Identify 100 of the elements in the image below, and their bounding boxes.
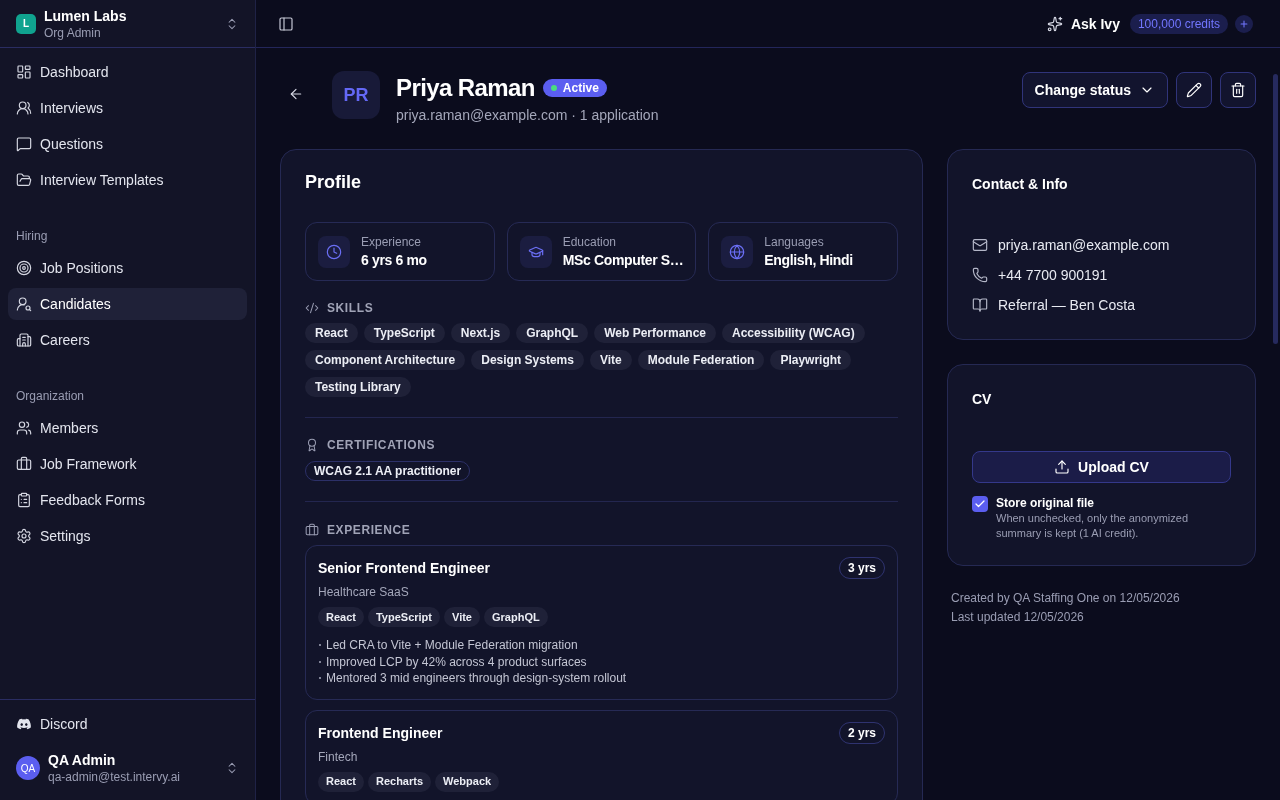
skill-tag: React bbox=[305, 323, 358, 343]
credits-badge: 100,000 credits bbox=[1129, 13, 1228, 34]
skill-tag: Vite bbox=[444, 607, 480, 627]
store-file-hint: When unchecked, only the anonymized summary is kept (1 AI credit). bbox=[996, 511, 1189, 541]
upload-icon bbox=[1054, 459, 1071, 475]
status-label: Active bbox=[562, 80, 599, 96]
contact-text: Referral — Ben Costa bbox=[998, 296, 1135, 315]
pencil-icon bbox=[1186, 82, 1202, 98]
speech-bubble-icon bbox=[16, 136, 32, 152]
section-heading: SKILLS bbox=[327, 300, 374, 316]
skill-tag: Webpack bbox=[435, 771, 500, 792]
card-title: Profile bbox=[305, 171, 362, 194]
org-name: Lumen Labs bbox=[44, 6, 127, 25]
award-icon bbox=[305, 438, 319, 452]
skill-tag: Recharts bbox=[367, 771, 432, 792]
nav-item[interactable]: Questions bbox=[8, 128, 247, 160]
job-title: Frontend Engineer bbox=[318, 723, 443, 743]
trash-icon bbox=[1230, 82, 1246, 98]
settings-icon bbox=[16, 528, 32, 544]
code-icon bbox=[305, 301, 319, 315]
stat-label: Experience bbox=[361, 233, 423, 250]
briefcase-icon bbox=[16, 456, 32, 472]
scrollbar-thumb[interactable] bbox=[1273, 74, 1278, 344]
sparkles-icon bbox=[1046, 15, 1063, 32]
discord-link[interactable]: Discord bbox=[8, 708, 247, 740]
book-icon bbox=[972, 297, 988, 313]
add-credits-button[interactable] bbox=[1235, 14, 1253, 33]
clock-icon bbox=[318, 235, 350, 268]
stat-value: 6 yrs 6 mo bbox=[361, 250, 427, 270]
change-status-button[interactable]: Change status bbox=[1021, 72, 1168, 108]
nav-item[interactable]: Members bbox=[8, 412, 247, 444]
clipboard-icon bbox=[16, 492, 32, 508]
people-icon bbox=[16, 420, 32, 436]
highlight-text: Mentored 3 mid engineers through design-system rollout bbox=[326, 670, 627, 687]
nav-section-heading: Organization bbox=[15, 388, 86, 404]
phone-icon bbox=[972, 267, 988, 283]
skill-tag: Design Systems bbox=[471, 350, 584, 370]
skill-tag: Next.js bbox=[450, 323, 511, 343]
user-email: qa-admin@test.intervy.ai bbox=[48, 769, 180, 785]
globe-icon bbox=[721, 235, 754, 268]
highlight-text: Improved LCP by 42% across 4 product surfaces bbox=[326, 653, 587, 670]
stat-label: Languages bbox=[764, 233, 825, 250]
stat-value: English, Hindi bbox=[764, 250, 853, 270]
building-icon bbox=[16, 332, 32, 348]
contact-text: priya.raman@example.com bbox=[998, 236, 1170, 255]
contact-text: +44 7700 900191 bbox=[998, 266, 1108, 285]
graduation-cap-icon bbox=[519, 235, 552, 268]
nav-item[interactable]: Interviews bbox=[8, 92, 247, 124]
person-search-icon bbox=[16, 296, 32, 312]
store-file-label: Store original file bbox=[996, 495, 1095, 511]
briefcase-icon bbox=[305, 523, 319, 537]
org-logo: L bbox=[16, 13, 36, 34]
nav-item[interactable]: Job Framework bbox=[8, 448, 247, 480]
skill-tag: Module Federation bbox=[637, 350, 765, 370]
upload-cv-button[interactable]: Upload CV bbox=[972, 451, 1231, 483]
delete-button[interactable] bbox=[1220, 72, 1256, 108]
skill-tag: GraphQL bbox=[516, 323, 589, 343]
ask-ivy-button[interactable]: Ask Ivy bbox=[1046, 13, 1120, 34]
skill-tag: Web Performance bbox=[594, 323, 716, 343]
skill-tag: Vite bbox=[589, 350, 632, 370]
nav-item[interactable]: Settings bbox=[8, 520, 247, 552]
checkbox[interactable] bbox=[972, 496, 988, 512]
user-avatar: QA bbox=[16, 756, 40, 780]
candidate-avatar: PR bbox=[332, 71, 380, 119]
skill-tag: GraphQL bbox=[484, 607, 548, 627]
job-title: Senior Frontend Engineer bbox=[318, 559, 490, 578]
company-name: Healthcare SaaS bbox=[318, 584, 410, 600]
nav-item[interactable]: Job Positions bbox=[8, 252, 247, 284]
nav-item[interactable]: Candidates bbox=[8, 288, 247, 320]
edit-button[interactable] bbox=[1176, 72, 1212, 108]
skill-tag: Testing Library bbox=[305, 377, 411, 397]
skill-tag: Accessibility (WCAG) bbox=[722, 323, 865, 343]
skill-tag: TypeScript bbox=[367, 607, 440, 627]
skill-tag: React bbox=[318, 771, 364, 792]
org-role: Org Admin bbox=[44, 24, 102, 41]
candidate-subtitle: priya.raman@example.com · 1 application bbox=[396, 106, 659, 125]
check-icon bbox=[974, 498, 986, 510]
mail-icon bbox=[972, 237, 988, 253]
meta-text: Last updated 12/05/2026 bbox=[951, 609, 1085, 625]
nav-item[interactable]: Dashboard bbox=[8, 56, 247, 88]
section-heading: EXPERIENCE bbox=[327, 522, 411, 538]
card-title: CV bbox=[972, 390, 993, 409]
company-name: Fintech bbox=[318, 748, 359, 765]
skill-tag: Playwright bbox=[770, 350, 852, 370]
people-icon bbox=[16, 100, 32, 116]
candidate-name: Priya Raman bbox=[396, 73, 535, 103]
meta-text: Created by QA Staffing One on 12/05/2026 bbox=[951, 590, 1181, 606]
arrow-left-icon bbox=[288, 86, 304, 102]
nav-item[interactable]: Careers bbox=[8, 324, 247, 356]
nav-section-heading: Hiring bbox=[15, 228, 49, 244]
nav-item[interactable]: Feedback Forms bbox=[8, 484, 247, 516]
plus-icon bbox=[1239, 18, 1249, 29]
user-name: QA Admin bbox=[48, 751, 117, 769]
discord-icon bbox=[16, 718, 32, 730]
panel-icon bbox=[278, 15, 294, 32]
nav-item[interactable]: Interview Templates bbox=[8, 164, 247, 196]
folder-icon bbox=[16, 172, 32, 188]
skill-tag: React bbox=[318, 607, 364, 627]
dashboard-icon bbox=[16, 64, 32, 80]
stat-label: Education bbox=[562, 233, 618, 250]
